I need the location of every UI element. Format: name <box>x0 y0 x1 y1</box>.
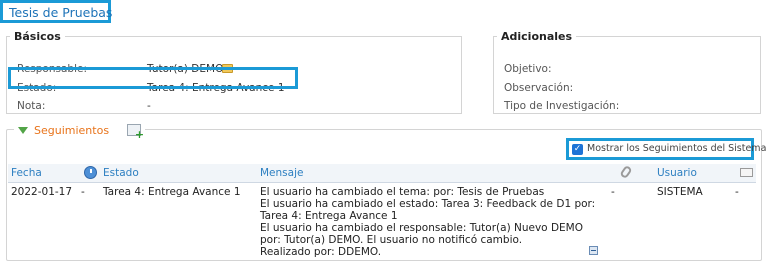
show-system-toggle[interactable]: ✓ Mostrar los Seguimientos del Sistema <box>566 138 766 160</box>
show-system-label[interactable]: Mostrar los Seguimientos del Sistema <box>587 143 766 154</box>
observacion-label: Observación: <box>504 82 574 94</box>
row-fecha: 2022-01-17 <box>11 186 73 198</box>
row-adjunto: - <box>611 186 615 198</box>
collapse-icon[interactable] <box>589 246 598 255</box>
nota-value: - <box>147 100 151 112</box>
nota-label: Nota: <box>17 100 46 112</box>
seguimientos-header[interactable]: Seguimientos <box>14 123 146 141</box>
estado-highlight <box>8 67 298 89</box>
adicionales-legend: Adicionales <box>501 30 573 43</box>
tipo-investigacion-label: Tipo de Investigación: <box>504 100 620 112</box>
clock-icon <box>84 166 97 179</box>
checkbox-checked-icon[interactable]: ✓ <box>572 144 583 155</box>
objetivo-label: Objetivo: <box>504 63 552 75</box>
paperclip-icon <box>619 164 633 180</box>
table-header: Fecha Estado Mensaje Usuario <box>8 164 756 183</box>
col-usuario[interactable]: Usuario <box>657 167 697 179</box>
row-estado: Tarea 4: Entrega Avance 1 <box>103 186 241 198</box>
row-mensaje: El usuario ha cambiado el tema: por: Tes… <box>260 186 596 258</box>
row-mail: - <box>735 186 739 198</box>
expand-triangle-icon[interactable] <box>18 126 28 134</box>
col-fecha[interactable]: Fecha <box>11 167 42 179</box>
row-usuario: SISTEMA <box>657 186 703 198</box>
add-seguimiento-icon[interactable] <box>127 124 144 141</box>
row-clock: - <box>81 186 85 198</box>
col-estado[interactable]: Estado <box>103 167 139 179</box>
basicos-legend: Básicos <box>14 30 61 43</box>
seguimientos-title[interactable]: Seguimientos <box>34 124 109 137</box>
mail-icon <box>740 168 753 177</box>
page-title: Tesis de Pruebas <box>0 0 112 23</box>
col-mensaje[interactable]: Mensaje <box>260 167 303 179</box>
adicionales-panel: Adicionales Objetivo: Observación: Tipo … <box>493 30 761 114</box>
